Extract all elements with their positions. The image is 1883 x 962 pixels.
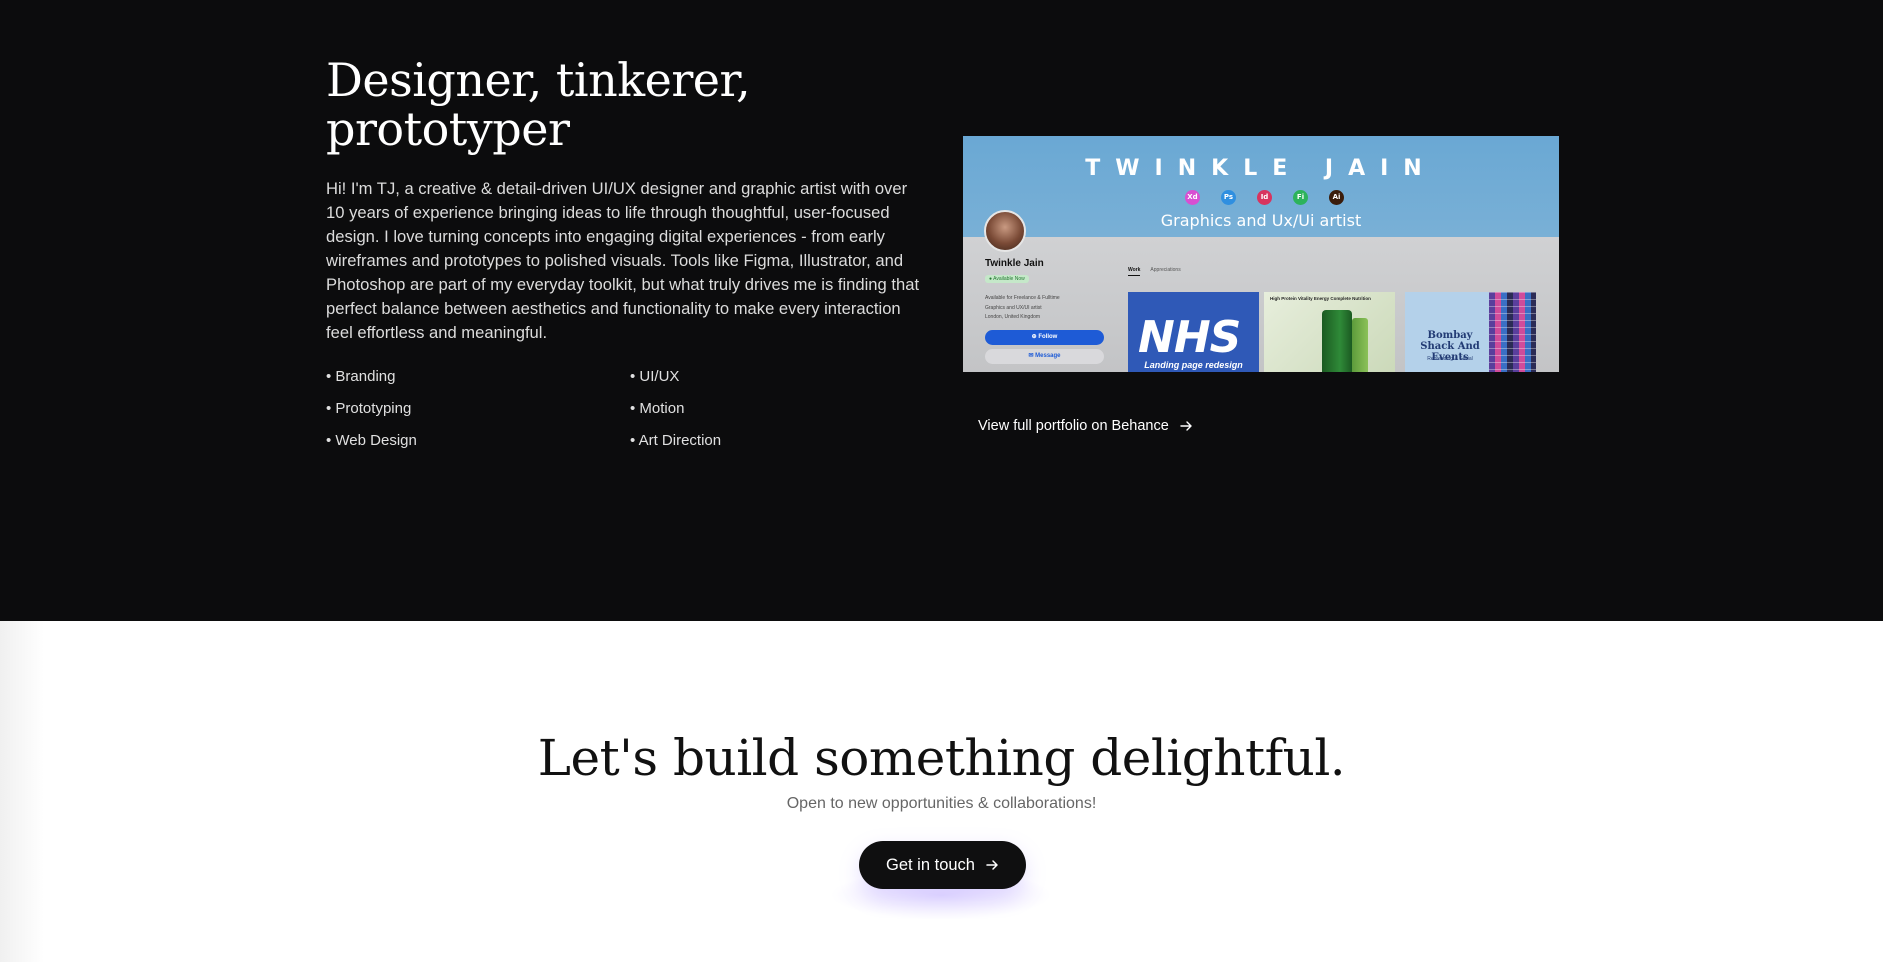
project-tile-bombay: Bombay Shack And Events Rebranding & Soc… xyxy=(1405,292,1536,372)
follow-button: ⊕ Follow xyxy=(985,330,1104,345)
preview-tagline: Graphics and Ux/Ui artist xyxy=(1160,211,1362,230)
preview-banner-name: TWINKLE JAIN xyxy=(1085,156,1437,181)
page-edge-shade xyxy=(0,621,44,962)
photoshop-icon: Ps xyxy=(1221,190,1236,205)
indesign-icon: Id xyxy=(1257,190,1272,205)
preview-banner: TWINKLE JAIN Xd Ps Id Fi Ai Graphics and… xyxy=(963,136,1559,237)
message-button: ✉ Message xyxy=(985,349,1104,364)
skill-item: • Motion xyxy=(630,400,685,417)
get-in-touch-label: Get in touch xyxy=(886,855,975,874)
arrow-right-icon xyxy=(1180,421,1192,431)
profile-meta-line: Graphics and UX/UI artist xyxy=(985,304,1042,311)
project-tile-nutrition: High Protein Vitality Energy Complete Nu… xyxy=(1264,292,1395,372)
about-heading: Designer, tinkerer, prototyper xyxy=(326,56,846,154)
behance-portfolio-link[interactable]: View full portfolio on Behance xyxy=(978,418,1193,434)
profile-name: Twinkle Jain xyxy=(985,258,1044,269)
product-can xyxy=(1352,318,1368,372)
tool-icons: Xd Ps Id Fi Ai xyxy=(1185,190,1344,205)
skill-item: • Branding xyxy=(326,368,396,385)
skill-item: • Prototyping xyxy=(326,400,412,417)
availability-badge: ● Available Now xyxy=(985,275,1029,283)
bombay-subtitle: Rebranding & Social xyxy=(1427,356,1473,362)
project-tile-nhs: NHS Landing page redesign xyxy=(1128,292,1259,372)
about-heading-line1: Designer, tinkerer, xyxy=(326,53,751,107)
get-in-touch-button[interactable]: Get in touch xyxy=(859,841,1026,889)
about-section: Designer, tinkerer, prototyper Hi! I'm T… xyxy=(0,0,1883,621)
skills-list: • Branding • UI/UX • Prototyping • Motio… xyxy=(326,366,726,451)
nhs-caption: Landing page redesign xyxy=(1144,360,1243,370)
behance-link-label: View full portfolio on Behance xyxy=(978,418,1169,434)
cta-heading: Let's build something delightful. xyxy=(537,729,1346,787)
nhs-logo: NHS xyxy=(1138,312,1241,363)
behance-portfolio-preview[interactable]: TWINKLE JAIN Xd Ps Id Fi Ai Graphics and… xyxy=(963,136,1559,372)
bombay-pattern xyxy=(1489,292,1536,372)
about-heading-line2: prototyper xyxy=(326,102,570,156)
illustrator-icon: Ai xyxy=(1329,190,1344,205)
nutrition-tags: High Protein Vitality Energy Complete Nu… xyxy=(1270,296,1371,301)
tab-appreciations: Appreciations xyxy=(1150,267,1181,273)
figma-icon: Fi xyxy=(1293,190,1308,205)
avatar xyxy=(984,210,1026,252)
tab-work: Work xyxy=(1128,267,1141,276)
product-can xyxy=(1322,310,1352,372)
profile-tabs: Work Appreciations xyxy=(1128,267,1181,276)
skill-item: • Art Direction xyxy=(630,432,722,449)
profile-meta-line: Available for Freelance & Fulltime xyxy=(985,295,1060,301)
skill-item: • Web Design xyxy=(326,432,417,449)
xd-icon: Xd xyxy=(1185,190,1200,205)
about-description: Hi! I'm TJ, a creative & detail-driven U… xyxy=(326,179,920,342)
arrow-right-icon xyxy=(986,860,998,870)
profile-meta-line: London, United Kingdom xyxy=(985,314,1041,320)
profile-meta: Available for Freelance & Fulltime Graph… xyxy=(985,294,1060,323)
skill-item: • UI/UX xyxy=(630,368,680,385)
cta-subtitle: Open to new opportunities & collaboratio… xyxy=(786,795,1097,812)
